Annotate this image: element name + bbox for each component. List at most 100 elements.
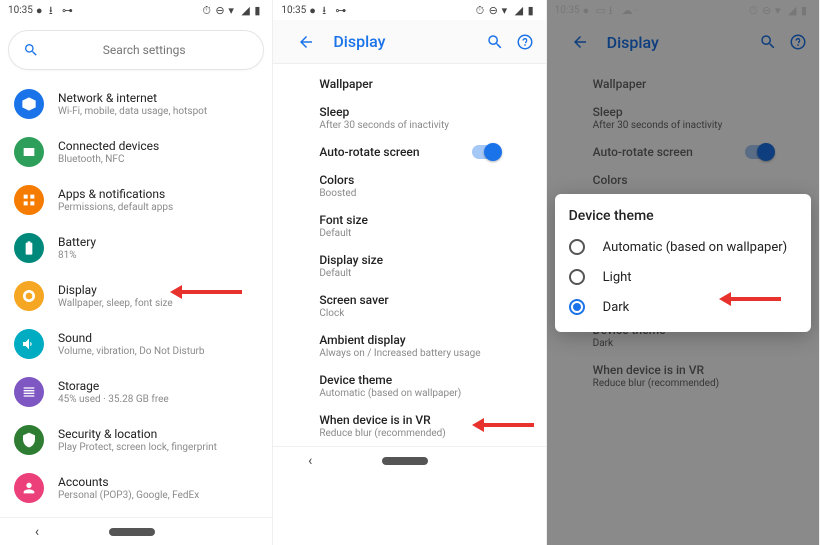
item-title: Network & internet	[58, 91, 207, 105]
settings-item-sound[interactable]: Sound Volume, vibration, Do Not Disturb	[0, 320, 272, 368]
search-icon	[23, 42, 39, 58]
item-icon	[14, 377, 44, 407]
signal-icon: ◢	[241, 5, 251, 15]
item-icon	[14, 329, 44, 359]
settings-item-storage[interactable]: Storage 45% used · 35.28 GB free	[0, 368, 272, 416]
theme-option-automatic-based-on-wallpaper-[interactable]: Automatic (based on wallpaper)	[555, 232, 811, 262]
item-sub: Bluetooth, NFC	[58, 154, 159, 165]
download-icon: ⭳	[49, 5, 59, 15]
item-icon	[14, 425, 44, 455]
display-header: Display	[273, 20, 545, 64]
panel-display: 10:35 ● ⭳ ⊶ ⏱ ⊖ ▾ ◢ ▮ Display Wallpaper …	[273, 0, 546, 545]
display-row-sleep[interactable]: Sleep After 30 seconds of inactivity	[273, 98, 545, 138]
search-input[interactable]	[39, 43, 249, 57]
display-row-wallpaper[interactable]: Wallpaper	[273, 70, 545, 98]
item-text: Sound Volume, vibration, Do Not Disturb	[58, 331, 205, 357]
item-text: Security & location Play Protect, screen…	[58, 427, 217, 453]
nav-bar: ‹ ▢	[0, 517, 272, 545]
item-text: Battery 81%	[58, 235, 96, 261]
row-title: Sleep	[319, 105, 499, 119]
help-icon[interactable]	[516, 33, 534, 51]
item-sub: Personal (POP3), Google, FedEx	[58, 490, 199, 501]
search-settings[interactable]	[8, 30, 264, 70]
item-sub: Wallpaper, sleep, font size	[58, 298, 173, 309]
display-row-screen-saver[interactable]: Screen saver Clock	[273, 286, 545, 326]
item-title: Battery	[58, 235, 96, 249]
item-sub: Permissions, default apps	[58, 202, 173, 213]
annotation-arrow	[182, 290, 242, 294]
row-title: Colors	[319, 173, 499, 187]
settings-item-display[interactable]: Display Wallpaper, sleep, font size	[0, 272, 272, 320]
row-sub: After 30 seconds of inactivity	[319, 120, 499, 131]
radio-icon	[569, 239, 585, 255]
battery-icon: ▮	[528, 5, 538, 15]
display-row-ambient-display[interactable]: Ambient display Always on / Increased ba…	[273, 326, 545, 366]
toggle-switch[interactable]	[472, 145, 500, 159]
item-title: Sound	[58, 331, 205, 345]
display-row-font-size[interactable]: Font size Default	[273, 206, 545, 246]
row-sub: Boosted	[319, 188, 499, 199]
item-icon	[14, 185, 44, 215]
annotation-arrow	[484, 423, 534, 427]
item-sub: Play Protect, screen lock, fingerprint	[58, 442, 217, 453]
nav-back[interactable]: ‹	[308, 453, 312, 469]
option-label: Automatic (based on wallpaper)	[603, 240, 788, 255]
item-text: Network & internet Wi-Fi, mobile, data u…	[58, 91, 207, 117]
nav-back[interactable]: ‹	[35, 524, 39, 540]
settings-item-network-internet[interactable]: Network & internet Wi-Fi, mobile, data u…	[0, 80, 272, 128]
row-sub: Default	[319, 268, 499, 279]
row-title: Ambient display	[319, 333, 499, 347]
item-title: Accounts	[58, 475, 199, 489]
page-title: Display	[333, 32, 473, 51]
search-wrap	[0, 20, 272, 80]
item-title: Storage	[58, 379, 169, 393]
radio-icon	[569, 269, 585, 285]
signal-icon: ◢	[515, 5, 525, 15]
row-title: Screen saver	[319, 293, 499, 307]
display-row-colors[interactable]: Colors Boosted	[273, 166, 545, 206]
display-row-display-size[interactable]: Display size Default	[273, 246, 545, 286]
dialog-title: Device theme	[555, 204, 811, 232]
wifi-icon: ▾	[228, 5, 238, 15]
annotation-arrow	[731, 297, 781, 301]
wifi-icon: ▾	[502, 5, 512, 15]
nav-home[interactable]	[109, 528, 155, 536]
status-bar: 10:35 ● ⭳ ⊶ ⏱ ⊖ ▾ ◢ ▮	[0, 0, 272, 20]
row-sub: Always on / Increased battery usage	[319, 348, 499, 359]
chat-icon: ●	[36, 5, 46, 15]
settings-item-accounts[interactable]: Accounts Personal (POP3), Google, FedEx	[0, 464, 272, 512]
item-text: Apps & notifications Permissions, defaul…	[58, 187, 173, 213]
row-sub: Default	[319, 228, 499, 239]
row-title: Device theme	[319, 373, 499, 387]
nav-home[interactable]	[382, 457, 428, 465]
alarm-icon: ⏱	[202, 5, 212, 15]
row-title: Font size	[319, 213, 499, 227]
item-sub: 81%	[58, 250, 96, 261]
item-icon	[14, 473, 44, 503]
item-title: Display	[58, 283, 173, 297]
item-icon	[14, 89, 44, 119]
display-row-auto-rotate-screen[interactable]: Auto-rotate screen	[273, 138, 545, 166]
settings-item-security-location[interactable]: Security & location Play Protect, screen…	[0, 416, 272, 464]
panel-theme-dialog: 10:35 ● ▭ ⭳ ☁ · ⏱ ⊖ ▾ ◢ ▮ Display Wal	[547, 0, 820, 545]
item-text: Connected devices Bluetooth, NFC	[58, 139, 159, 165]
radio-icon	[569, 299, 585, 315]
key-icon: ⊶	[335, 5, 345, 15]
alarm-icon: ⏱	[476, 5, 486, 15]
theme-option-light[interactable]: Light	[555, 262, 811, 292]
nav-bar: ‹ ▢	[273, 446, 545, 474]
row-title: Display size	[319, 253, 499, 267]
settings-item-apps-notifications[interactable]: Apps & notifications Permissions, defaul…	[0, 176, 272, 224]
settings-item-battery[interactable]: Battery 81%	[0, 224, 272, 272]
settings-item-connected-devices[interactable]: Connected devices Bluetooth, NFC	[0, 128, 272, 176]
item-icon	[14, 233, 44, 263]
status-time: 10:35	[8, 5, 33, 16]
download-icon: ⭳	[322, 5, 332, 15]
option-label: Light	[603, 270, 632, 285]
display-row-device-theme[interactable]: Device theme Automatic (based on wallpap…	[273, 366, 545, 406]
dnd-icon: ⊖	[215, 5, 225, 15]
dnd-icon: ⊖	[489, 5, 499, 15]
back-icon[interactable]	[297, 33, 315, 51]
row-title: Auto-rotate screen	[319, 145, 471, 159]
search-icon[interactable]	[486, 33, 504, 51]
